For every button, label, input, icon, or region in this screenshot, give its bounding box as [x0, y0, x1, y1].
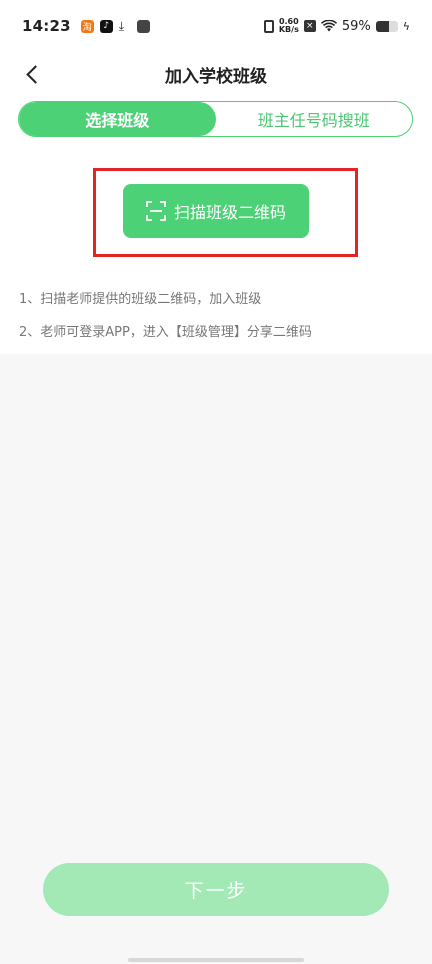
page: 14:23 淘 ♪ ⤓ 0.60 KB/s × 59% ϟ 加入学校班级 选择班…	[0, 0, 432, 964]
tab-bar: 选择班级 班主任号码搜班	[18, 101, 413, 137]
scan-qr-button[interactable]: 扫描班级二维码	[123, 184, 309, 238]
battery-fill	[375, 20, 389, 32]
back-button[interactable]	[18, 60, 46, 88]
status-right: 0.60 KB/s × 59% ϟ	[263, 18, 410, 34]
scan-icon	[146, 201, 166, 221]
vibrate-icon	[263, 19, 274, 33]
home-indicator[interactable]	[128, 958, 304, 962]
chevron-left-icon	[25, 64, 45, 84]
notification-box-icon	[136, 19, 150, 33]
taobao-icon: 淘	[80, 19, 94, 33]
content-area: 选择班级 班主任号码搜班 扫描班级二维码 1、扫描老师提供的班级二维码，加入班级…	[0, 96, 432, 354]
tiktok-icon: ♪	[99, 19, 113, 33]
wifi-icon	[320, 20, 337, 32]
instructions: 1、扫描老师提供的班级二维码，加入班级 2、老师可登录APP，进入【班级管理】分…	[19, 288, 312, 354]
scan-qr-label: 扫描班级二维码	[173, 203, 286, 222]
next-step-button[interactable]: 下一步	[43, 863, 389, 916]
instruction-item: 1、扫描老师提供的班级二维码，加入班级	[19, 292, 262, 307]
battery-percent: 59%	[341, 18, 371, 34]
page-title: 加入学校班级	[165, 66, 267, 87]
status-left: 14:23 淘 ♪ ⤓	[22, 17, 150, 35]
tab-select-class[interactable]: 选择班级	[19, 102, 216, 136]
header: 加入学校班级	[0, 52, 432, 96]
tab-search-by-teacher-phone[interactable]: 班主任号码搜班	[216, 102, 413, 136]
download-icon: ⤓	[118, 18, 125, 33]
instruction-item: 2、老师可登录APP，进入【班级管理】分享二维码	[19, 325, 312, 340]
status-time: 14:23	[22, 17, 71, 35]
charging-icon: ϟ	[402, 19, 410, 33]
status-bar: 14:23 淘 ♪ ⤓ 0.60 KB/s × 59% ϟ	[0, 0, 432, 52]
battery-icon	[375, 20, 398, 32]
net-speed: 0.60 KB/s	[279, 18, 299, 34]
close-notification-icon: ×	[303, 20, 316, 32]
net-speed-unit: KB/s	[278, 25, 299, 34]
